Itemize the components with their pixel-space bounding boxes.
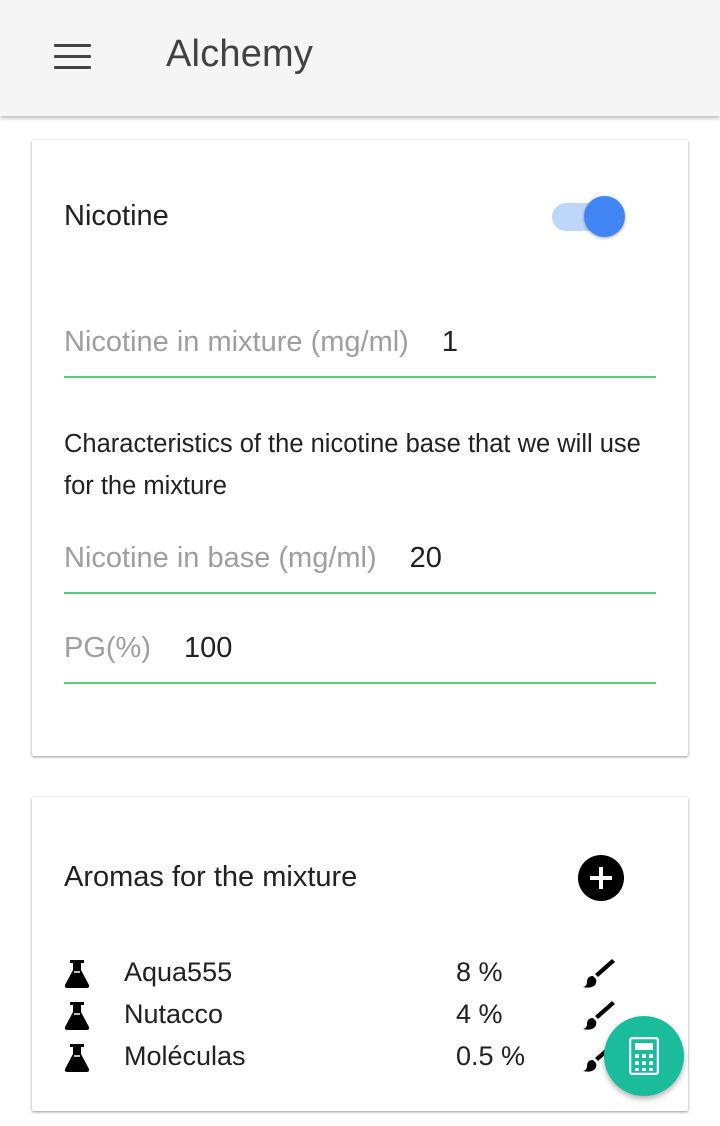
aromas-title: Aromas for the mixture	[64, 861, 358, 893]
menu-icon[interactable]	[42, 30, 102, 82]
aroma-percent: 4 %	[456, 999, 503, 1029]
flask-icon	[64, 1044, 90, 1072]
aroma-row: Moléculas 0.5 %	[64, 1041, 656, 1083]
nicotine-in-mixture-label: Nicotine in mixture (mg/ml)	[64, 326, 409, 358]
add-aroma-button[interactable]	[578, 855, 624, 901]
brush-icon[interactable]	[582, 999, 616, 1031]
nicotine-in-mixture-input[interactable]	[441, 322, 562, 359]
nicotine-card: Nicotine Nicotine in mixture (mg/ml) Cha…	[32, 140, 688, 756]
flask-icon	[64, 1002, 90, 1030]
calculator-icon	[629, 1037, 659, 1075]
app-title: Alchemy	[166, 33, 314, 75]
flask-icon	[64, 960, 90, 988]
pg-label: PG(%)	[64, 632, 151, 664]
aroma-row: Nutacco 4 %	[64, 999, 656, 1041]
brush-icon[interactable]	[582, 957, 616, 989]
nicotine-label: Nicotine	[64, 200, 169, 232]
aroma-list: Aqua555 8 % Nutacco 4 % Moléculas 0.5 %	[64, 957, 656, 1083]
pg-input[interactable]	[184, 628, 304, 665]
app-bar: Alchemy	[0, 0, 720, 116]
aroma-name: Aqua555	[124, 957, 233, 987]
nicotine-base-description: Characteristics of the nicotine base tha…	[64, 430, 641, 500]
aroma-row: Aqua555 8 %	[64, 957, 656, 999]
nicotine-in-base-field: Nicotine in base (mg/ml)	[64, 538, 656, 594]
nicotine-in-base-label: Nicotine in base (mg/ml)	[64, 542, 377, 574]
calculate-fab-button[interactable]	[604, 1016, 684, 1096]
nicotine-in-base-input[interactable]	[409, 538, 530, 575]
aroma-name: Nutacco	[124, 999, 224, 1029]
aroma-percent: 0.5 %	[456, 1041, 526, 1071]
toggle-thumb	[584, 196, 625, 237]
aromas-card: Aromas for the mixture Aqua555 8 % Nutac…	[32, 797, 688, 1111]
nicotine-toggle[interactable]	[552, 196, 626, 238]
nicotine-in-mixture-field: Nicotine in mixture (mg/ml)	[64, 322, 656, 378]
aroma-percent: 8 %	[456, 957, 503, 987]
plus-icon	[590, 867, 612, 889]
aroma-name: Moléculas	[124, 1041, 246, 1071]
pg-field: PG(%)	[64, 628, 656, 684]
